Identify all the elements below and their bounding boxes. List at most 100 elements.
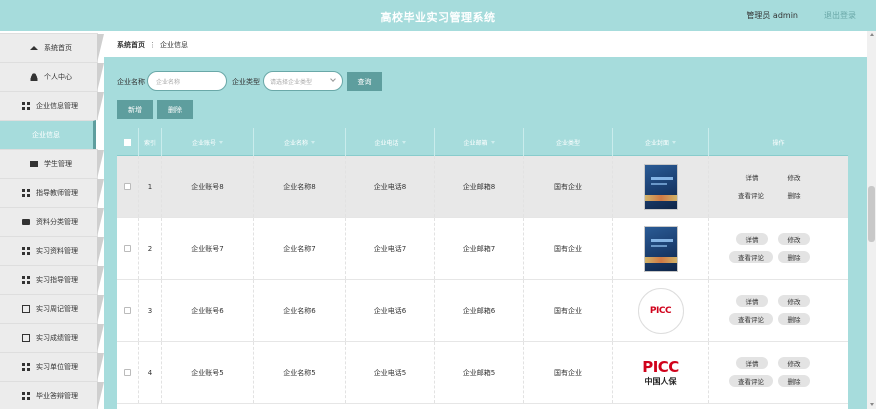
sidebar-item-label: 实习周记管理 bbox=[36, 305, 78, 313]
cell-phone: 企业电话6 bbox=[346, 280, 435, 341]
sidebar-item-grade-management[interactable]: 实习成绩管理 bbox=[0, 323, 104, 353]
edit-button[interactable]: 修改 bbox=[778, 171, 810, 183]
delete-button[interactable]: 删除 bbox=[778, 313, 810, 325]
grid-icon bbox=[22, 247, 30, 255]
cell-cover: PICC bbox=[613, 280, 709, 341]
view-comments-button[interactable]: 查看评论 bbox=[729, 251, 773, 263]
sidebar-item-home[interactable]: 系统首页 bbox=[0, 33, 104, 63]
detail-button[interactable]: 详情 bbox=[736, 357, 768, 369]
col-account[interactable]: 企业账号 bbox=[162, 128, 254, 156]
sidebar-item-profile[interactable]: 个人中心 bbox=[0, 62, 104, 92]
col-phone[interactable]: 企业电话 bbox=[346, 128, 435, 156]
edit-button[interactable]: 修改 bbox=[778, 357, 810, 369]
row-checkbox[interactable] bbox=[124, 245, 131, 252]
cell-index: 4 bbox=[139, 342, 162, 403]
scrollbar-thumb[interactable] bbox=[868, 186, 875, 242]
cell-phone: 企业电话5 bbox=[346, 342, 435, 403]
sort-icon bbox=[672, 140, 676, 144]
cell-phone: 企业电话7 bbox=[346, 218, 435, 279]
sidebar-item-label: 实习单位管理 bbox=[36, 363, 78, 371]
scroll-up-icon[interactable] bbox=[870, 33, 874, 36]
select-all-cell bbox=[117, 128, 139, 156]
view-comments-button[interactable]: 查看评论 bbox=[729, 313, 773, 325]
grid-icon bbox=[22, 189, 30, 197]
sidebar-item-material-management[interactable]: 实习资料管理 bbox=[0, 236, 104, 266]
sidebar-item-category-management[interactable]: 资料分类管理 bbox=[0, 207, 104, 237]
query-button[interactable]: 查询 bbox=[347, 72, 382, 91]
sidebar-item-label: 实习成绩管理 bbox=[36, 334, 78, 342]
col-actions: 操作 bbox=[772, 139, 785, 147]
col-type[interactable]: 企业类型 bbox=[524, 128, 613, 156]
table-row[interactable]: 1 企业账号8 企业名称8 企业电话8 企业邮箱8 国有企业 详情 修改 查看评… bbox=[117, 156, 848, 218]
edit-button[interactable]: 修改 bbox=[778, 233, 810, 245]
picc-logo-cn: 中国人保 bbox=[644, 377, 677, 386]
sidebar-item-label: 企业信息管理 bbox=[36, 102, 78, 110]
cell-account: 企业账号6 bbox=[162, 280, 254, 341]
sidebar-item-label: 企业信息 bbox=[32, 131, 60, 139]
detail-button[interactable]: 详情 bbox=[736, 233, 768, 245]
sidebar-item-unit-management[interactable]: 实习单位管理 bbox=[0, 352, 104, 382]
logout-link[interactable]: 退出登录 bbox=[824, 10, 856, 21]
sidebar-item-weekly-report-management[interactable]: 实习周记管理 bbox=[0, 294, 104, 324]
batch-delete-button[interactable]: 删除 bbox=[157, 100, 193, 119]
sort-icon bbox=[311, 140, 315, 144]
sidebar-item-company-info[interactable]: 企业信息 bbox=[0, 120, 96, 149]
company-name-input[interactable]: 企业名称 bbox=[147, 71, 227, 91]
row-checkbox[interactable] bbox=[124, 369, 131, 376]
grid-icon bbox=[22, 363, 30, 371]
grid-icon bbox=[22, 102, 30, 110]
cell-phone: 企业电话8 bbox=[346, 156, 435, 217]
table-row[interactable]: 2 企业账号7 企业名称7 企业电话7 企业邮箱7 国有企业 详情 修改 查看评… bbox=[117, 218, 848, 280]
view-comments-button[interactable]: 查看评论 bbox=[729, 189, 773, 201]
view-comments-button[interactable]: 查看评论 bbox=[729, 375, 773, 387]
table-row[interactable]: 4 企业账号5 企业名称5 企业电话5 企业邮箱5 国有企业 PICC 中国人保… bbox=[117, 342, 848, 404]
sidebar-item-defense-management[interactable]: 毕业答辩管理 bbox=[0, 381, 104, 409]
breadcrumb-home[interactable]: 系统首页 bbox=[117, 41, 145, 49]
row-checkbox[interactable] bbox=[124, 183, 131, 190]
add-button[interactable]: 新增 bbox=[117, 100, 153, 119]
delete-button[interactable]: 删除 bbox=[778, 189, 810, 201]
table-row[interactable]: 3 企业账号6 企业名称6 企业电话6 企业邮箱6 国有企业 PICC 详情 修… bbox=[117, 280, 848, 342]
company-type-select[interactable]: 请选择企业类型 bbox=[263, 71, 343, 91]
detail-button[interactable]: 详情 bbox=[736, 295, 768, 307]
cell-email: 企业邮箱7 bbox=[435, 218, 524, 279]
user-icon bbox=[30, 73, 38, 81]
table-header: 索引 企业账号 企业名称 企业电话 企业邮箱 企业类型 企业封面 操作 bbox=[117, 128, 848, 156]
check-icon bbox=[22, 305, 30, 313]
col-email[interactable]: 企业邮箱 bbox=[435, 128, 524, 156]
cell-type: 国有企业 bbox=[524, 342, 613, 403]
scroll-down-icon[interactable] bbox=[870, 403, 874, 406]
cell-account: 企业账号8 bbox=[162, 156, 254, 217]
sidebar-item-label: 毕业答辩管理 bbox=[36, 392, 78, 400]
cell-actions: 详情 修改 查看评论 删除 bbox=[709, 156, 848, 217]
select-all-checkbox[interactable] bbox=[124, 138, 131, 146]
breadcrumb-separator: ⋮ bbox=[149, 41, 156, 49]
picc-circle-logo: PICC bbox=[637, 287, 684, 334]
cell-index: 2 bbox=[139, 218, 162, 279]
app-title: 高校毕业实习管理系统 bbox=[380, 11, 496, 24]
cell-type: 国有企业 bbox=[524, 156, 613, 217]
col-name[interactable]: 企业名称 bbox=[254, 128, 346, 156]
cell-actions: 详情 修改 查看评论 删除 bbox=[709, 280, 848, 341]
cell-index: 3 bbox=[139, 280, 162, 341]
edit-button[interactable]: 修改 bbox=[778, 295, 810, 307]
cell-type: 国有企业 bbox=[524, 280, 613, 341]
cell-index: 1 bbox=[139, 156, 162, 217]
sidebar-item-teacher-management[interactable]: 指导教师管理 bbox=[0, 178, 104, 208]
home-icon bbox=[30, 46, 38, 50]
cell-cover bbox=[613, 156, 709, 217]
breadcrumb: 系统首页 ⋮ 企业信息 bbox=[117, 40, 188, 50]
delete-button[interactable]: 删除 bbox=[778, 251, 810, 263]
sidebar-item-guidance-management[interactable]: 实习指导管理 bbox=[0, 265, 104, 295]
book-cover-image bbox=[643, 225, 678, 272]
detail-button[interactable]: 详情 bbox=[736, 171, 768, 183]
delete-button[interactable]: 删除 bbox=[778, 375, 810, 387]
grid-icon bbox=[22, 276, 30, 284]
grid-icon bbox=[22, 392, 30, 400]
col-cover[interactable]: 企业封面 bbox=[613, 128, 709, 156]
chevron-down-icon bbox=[330, 76, 336, 82]
cell-email: 企业邮箱5 bbox=[435, 342, 524, 403]
row-checkbox[interactable] bbox=[124, 307, 131, 314]
sidebar-item-student-management[interactable]: 学生管理 bbox=[0, 149, 104, 179]
sidebar-item-company-management[interactable]: 企业信息管理 bbox=[0, 91, 104, 121]
